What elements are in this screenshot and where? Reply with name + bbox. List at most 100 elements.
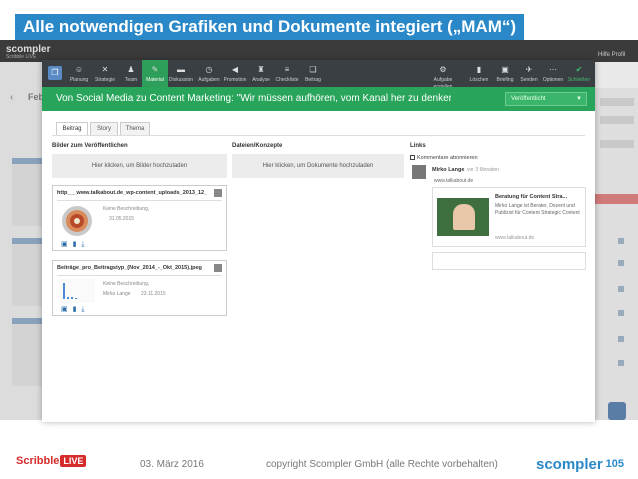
toolbar-label: Team xyxy=(124,77,138,83)
background-line xyxy=(600,98,634,106)
link-author: Mirko Lange xyxy=(432,167,465,173)
toolbar-team[interactable]: ♟ Team xyxy=(118,60,144,87)
files-section-label: Dateien/Konzepte xyxy=(232,143,283,149)
back-arrow-icon: ‹ xyxy=(10,92,14,103)
toolbar-analyse[interactable]: ♜ Analyse xyxy=(248,60,274,87)
tab-thema[interactable]: Thema xyxy=(120,122,150,136)
image-filename: Beiträge_pro_Beitragstyp_(Nov_2014_-_Okt… xyxy=(57,265,202,271)
list-icon: ≡ xyxy=(284,65,290,74)
footer-copyright: copyright Scompler GmbH (alle Rechte vor… xyxy=(266,459,498,470)
image-actions: ▣ ▮ ⤓ xyxy=(61,305,85,314)
footer-date: 03. März 2016 xyxy=(140,459,204,470)
toolbar-schliessen[interactable]: ✔ Schließen xyxy=(564,60,594,87)
megaphone-icon: ◀ xyxy=(231,65,239,74)
checkbox[interactable] xyxy=(410,155,415,161)
document-upload-zone[interactable]: Hier klicken, um Dokumente hochzuladen xyxy=(232,154,404,178)
toolbar-promotion[interactable]: ◀ Promotion xyxy=(222,60,248,87)
logo-live-badge: LIVE xyxy=(60,455,87,467)
image-icon[interactable]: ▣ xyxy=(61,306,68,313)
send-icon: ✈ xyxy=(525,65,533,74)
toolbar-beitrag[interactable]: ❏ Beitrag xyxy=(300,60,326,87)
avatar xyxy=(412,165,426,179)
toolbar-loeschen[interactable]: ▮ Löschen xyxy=(466,60,492,87)
background-line xyxy=(600,140,634,148)
toolbar-optionen[interactable]: ⋯ Optionen xyxy=(540,60,566,87)
scompler-logo: scompler xyxy=(536,456,603,473)
link-preview-title: Beratung für Content Stra... xyxy=(495,194,568,200)
document-title[interactable]: Von Social Media zu Content Marketing: "… xyxy=(56,93,451,104)
image-thumbnail xyxy=(59,279,95,303)
link-preview-description: Mirko Lange ist Berater, Dozent und Publ… xyxy=(495,203,580,216)
copy-icon: ❏ xyxy=(309,65,317,74)
toolbar-label: Analyse xyxy=(252,77,270,83)
image-description: Keine Beschreibung, xyxy=(103,281,150,287)
image-actions: ▣ ▮ ⤓ xyxy=(61,240,85,249)
status-value: Veröffentlicht xyxy=(511,96,546,102)
toolbar-label: Strategie xyxy=(94,77,115,83)
link-input[interactable] xyxy=(432,252,586,270)
toolbar-label: Beitrag xyxy=(305,77,321,83)
image-icon[interactable]: ▣ xyxy=(61,241,68,248)
toolbar-label: Schließen xyxy=(567,77,591,83)
pen-icon: ✎ xyxy=(151,65,159,74)
modal-toolbar: ❐ ☺ Planung ✕ Strategie ♟ Team ✎ Materia… xyxy=(42,60,595,90)
background-check-icon xyxy=(618,260,624,266)
toolbar-checkliste[interactable]: ≡ Checkliste xyxy=(274,60,300,87)
comment-icon[interactable] xyxy=(214,264,222,272)
link-timestamp: vor 3 Monaten xyxy=(467,167,499,173)
trash-icon[interactable]: ▮ xyxy=(73,241,77,248)
background-line xyxy=(600,116,634,124)
download-icon[interactable]: ⤓ xyxy=(81,306,84,313)
toolbar-label: Aufgaben xyxy=(198,77,220,83)
chevron-down-icon: ▼ xyxy=(576,96,582,102)
trash-icon[interactable]: ▮ xyxy=(73,306,77,313)
briefcase-icon: ▣ xyxy=(501,65,509,74)
image-date: 31.05.2015 xyxy=(109,216,135,222)
toolbar-strategie[interactable]: ✕ Strategie xyxy=(92,60,118,87)
toolbar-label: Checkliste xyxy=(275,77,299,83)
image-card[interactable]: http___www.talkabout.de_wp-content_uploa… xyxy=(52,185,227,251)
background-topbar: scompler Scribble LIVE Hilfe Profil xyxy=(0,40,638,62)
background-check-icon xyxy=(618,336,624,342)
team-icon: ♟ xyxy=(127,65,135,74)
toolbar-label: Optionen xyxy=(542,77,564,83)
toolbar-label: Löschen xyxy=(469,77,489,83)
toolbar-material[interactable]: ✎ Material xyxy=(142,60,168,87)
background-card xyxy=(12,158,44,226)
toolbar-label: Diskussion xyxy=(168,77,194,83)
divider xyxy=(57,275,222,276)
toolbar-aufgaben[interactable]: ◷ Aufgaben xyxy=(196,60,222,87)
trash-icon: ▮ xyxy=(476,65,482,74)
app-icon[interactable]: ❐ xyxy=(48,66,62,80)
link-url[interactable]: www.talkabout.de xyxy=(434,178,473,184)
image-upload-zone[interactable]: Hier klicken, um Bilder hochzuladen xyxy=(52,154,227,178)
image-filename: http___www.talkabout.de_wp-content_uploa… xyxy=(57,190,207,196)
tools-icon: ✕ xyxy=(101,65,109,74)
tabs-divider xyxy=(52,135,585,136)
comment-icon[interactable] xyxy=(214,189,222,197)
trophy-icon: ♜ xyxy=(257,65,265,74)
chat-icon[interactable] xyxy=(608,402,626,420)
tab-beitrag[interactable]: Beitrag xyxy=(56,122,88,136)
toolbar-diskussion[interactable]: ▬ Diskussion xyxy=(168,60,194,87)
background-card xyxy=(12,238,44,306)
link-preview-card[interactable]: Beratung für Content Stra... Mirko Lange… xyxy=(432,187,586,247)
toolbar-label: Planung xyxy=(69,77,89,83)
chat-icon: ▬ xyxy=(177,65,185,74)
document-title-bar: Von Social Media zu Content Marketing: "… xyxy=(42,87,595,111)
toolbar-aufgabe-erstellen[interactable]: ⚙ Aufgabe erstellen xyxy=(424,60,462,90)
toolbar-briefing[interactable]: ▣ Briefing xyxy=(492,60,518,87)
link-preview-image xyxy=(437,198,489,236)
tab-story[interactable]: Story xyxy=(90,122,118,136)
background-logo-sub: Scribble LIVE xyxy=(6,54,37,60)
background-card xyxy=(12,318,44,386)
subscribe-comments-checkbox[interactable]: Kommentare abonnieren xyxy=(410,155,478,161)
download-icon[interactable]: ⤓ xyxy=(81,241,84,248)
links-section-label: Links xyxy=(410,143,426,149)
image-card[interactable]: Beiträge_pro_Beitragstyp_(Nov_2014_-_Okt… xyxy=(52,260,227,316)
status-select[interactable]: Veröffentlicht ▼ xyxy=(505,92,587,106)
background-check-icon xyxy=(618,310,624,316)
toolbar-planung[interactable]: ☺ Planung xyxy=(66,60,92,87)
toolbar-senden[interactable]: ✈ Senden xyxy=(516,60,542,87)
images-section-label: Bilder zum Veröffentlichen xyxy=(52,143,128,149)
